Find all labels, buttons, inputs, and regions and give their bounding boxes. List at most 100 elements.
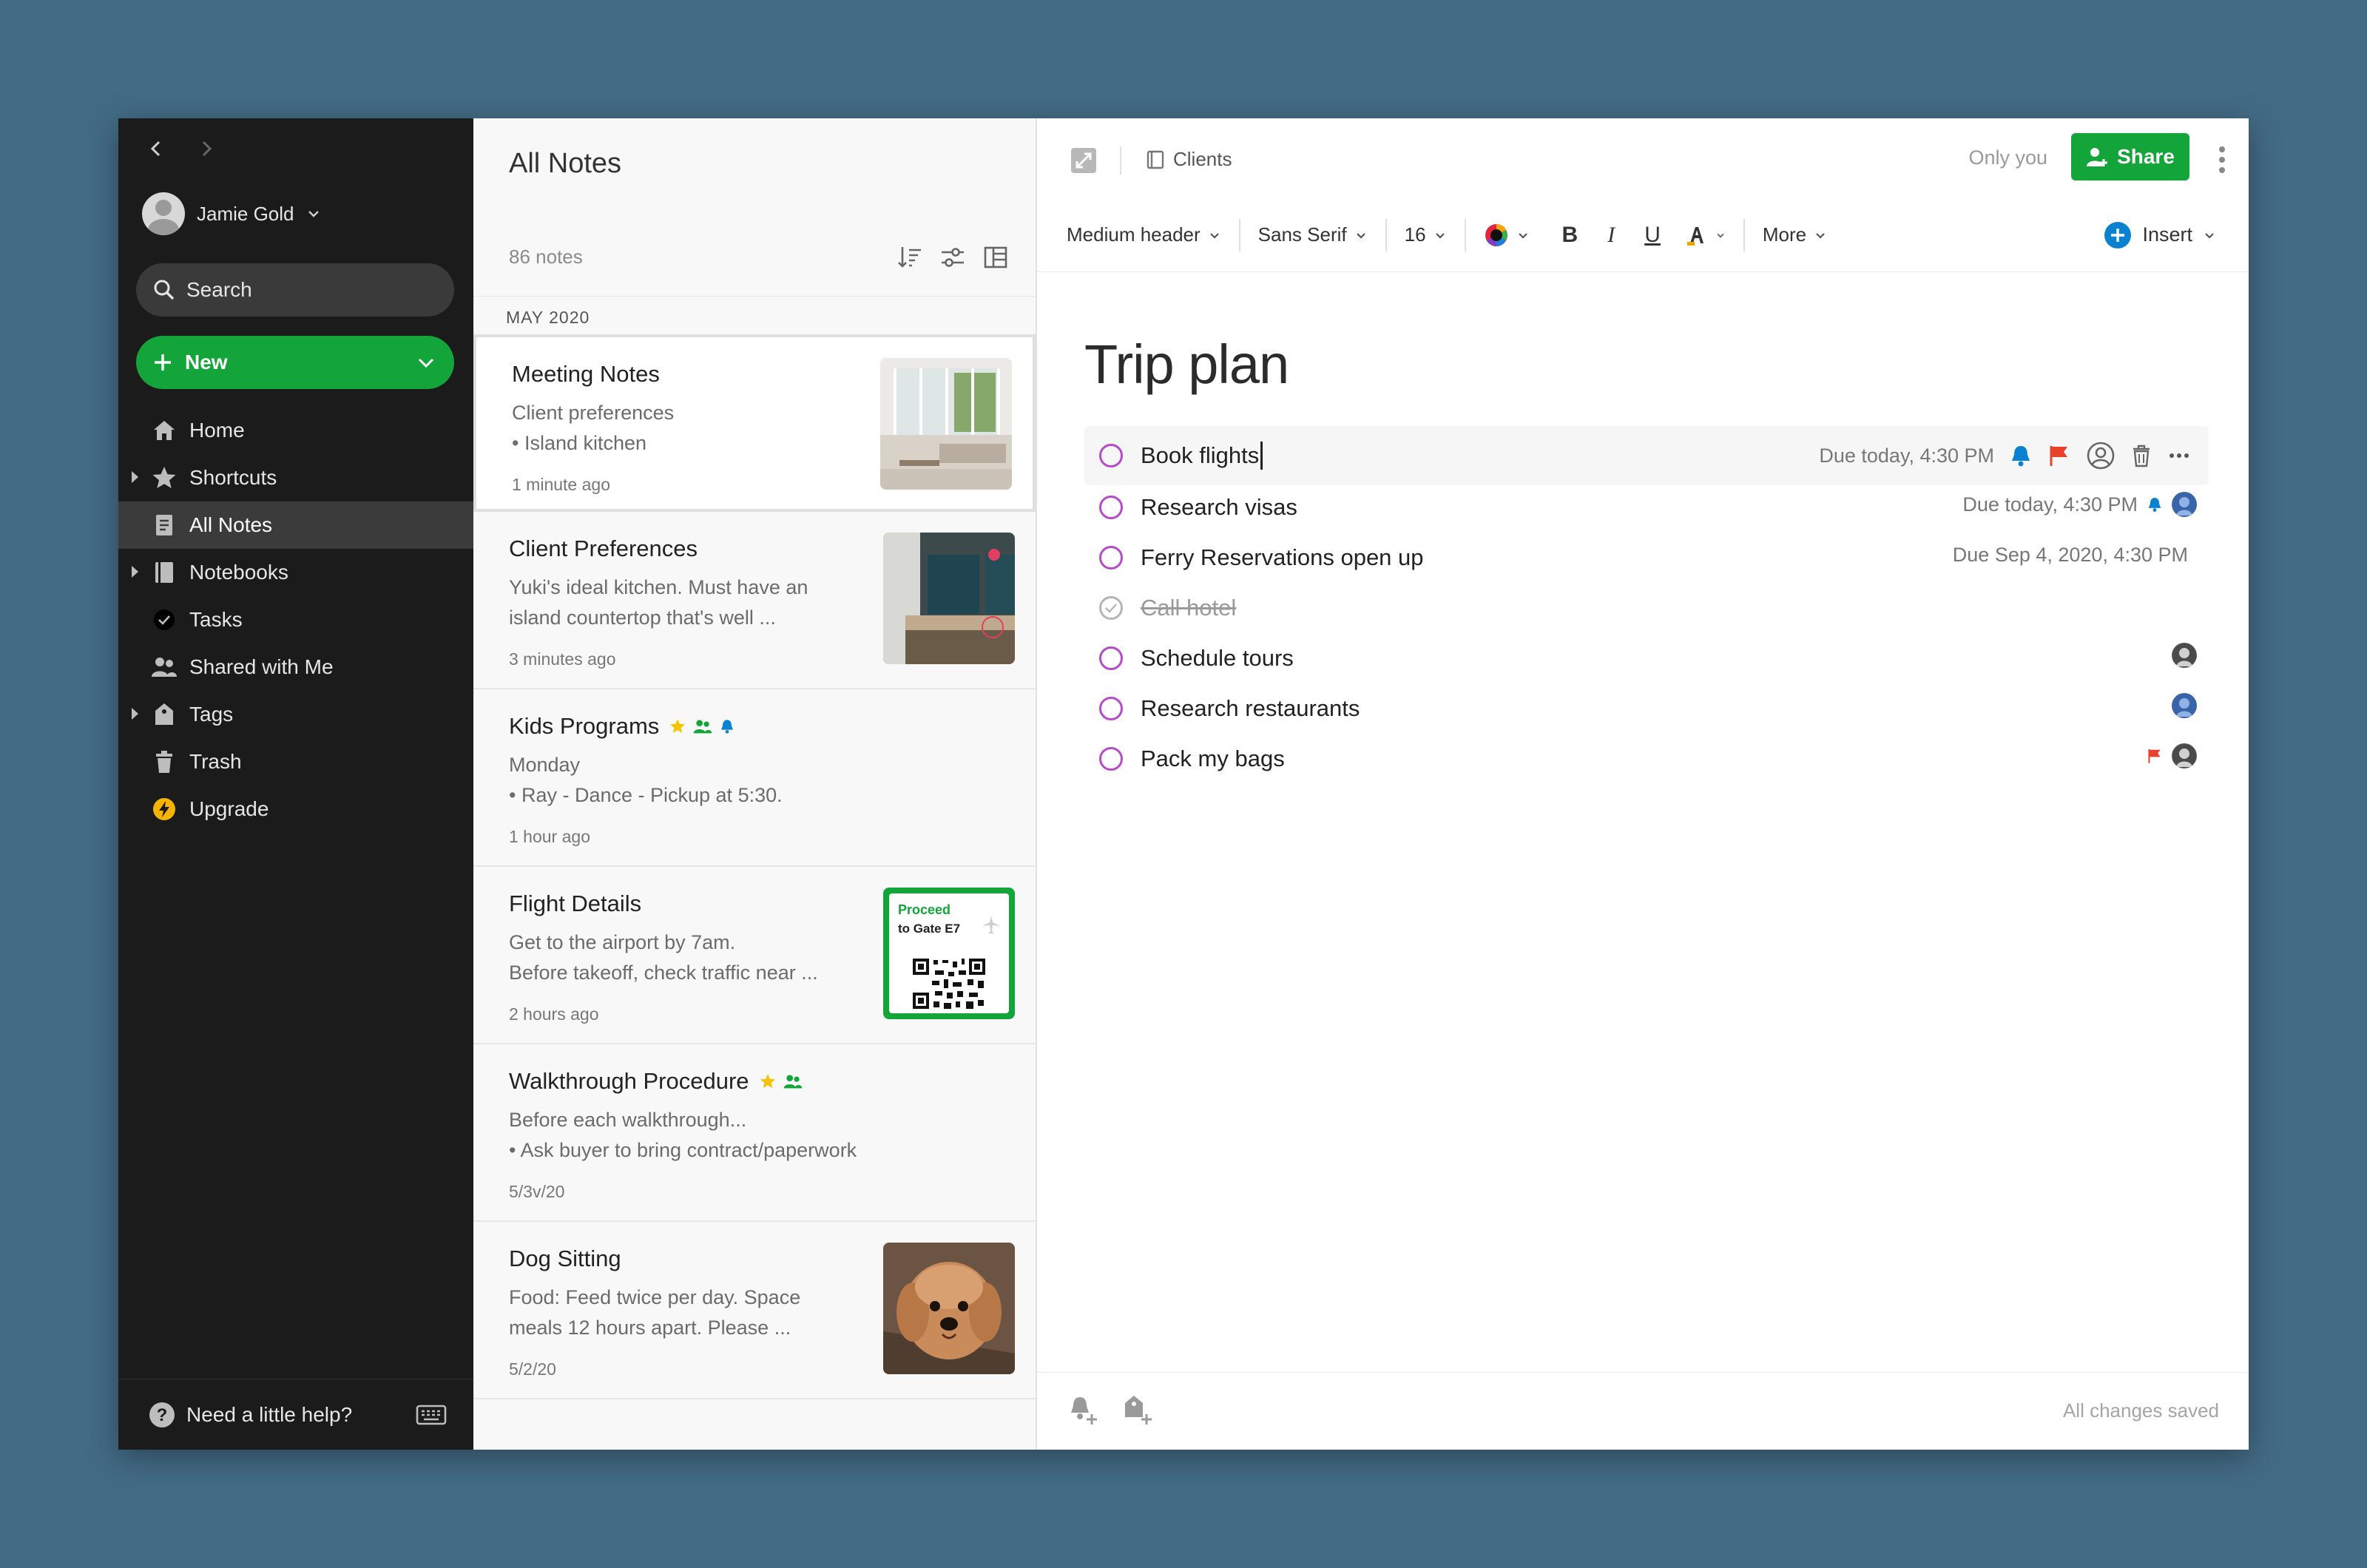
sidebar-item-label: Tags [189, 703, 234, 726]
more-options-icon[interactable] [2218, 145, 2226, 175]
keyboard-icon[interactable] [416, 1404, 447, 1426]
chevron-down-icon [308, 211, 319, 217]
task-item[interactable]: Pack my bags [1084, 734, 2209, 784]
task-label[interactable]: Pack my bags [1141, 746, 1285, 772]
tag-icon [151, 701, 178, 728]
add-reminder-icon[interactable] [1067, 1393, 1099, 1426]
task-item[interactable]: Ferry Reservations open up Due Sep 4, 20… [1084, 533, 2209, 583]
task-label[interactable]: Ferry Reservations open up [1141, 544, 1424, 571]
task-checkbox[interactable] [1099, 747, 1123, 771]
note-title[interactable]: Trip plan [1084, 333, 1289, 396]
note-card[interactable]: Meeting Notes Client preferences • Islan… [473, 334, 1036, 512]
app-window: Jamie Gold Search New Home Shortcuts All… [118, 118, 2249, 1450]
boarding-pass-text: to Gate E7 [898, 922, 961, 936]
text-color-dropdown[interactable] [1466, 198, 1547, 271]
task-checkbox[interactable] [1099, 697, 1123, 720]
task-checkbox-checked[interactable] [1099, 596, 1123, 620]
help-button[interactable]: ? Need a little help? [148, 1401, 352, 1429]
sidebar-item-upgrade[interactable]: Upgrade [118, 785, 473, 833]
font-family-dropdown[interactable]: Sans Serif [1240, 198, 1385, 271]
note-title: Walkthrough Procedure [509, 1068, 749, 1094]
task-item[interactable]: Research restaurants [1084, 683, 2209, 734]
task-due-date[interactable]: Due today, 4:30 PM [1819, 445, 1994, 467]
notebook-link[interactable]: Clients [1147, 148, 1232, 171]
task-label[interactable]: Schedule tours [1141, 645, 1294, 672]
share-button[interactable]: Share [2071, 133, 2189, 180]
sidebar-item-label: All Notes [189, 513, 273, 536]
underline-button[interactable]: U [1630, 198, 1675, 271]
reminder-bell-icon [2148, 498, 2161, 512]
task-checkbox[interactable] [1099, 646, 1123, 670]
search-icon [154, 280, 175, 300]
italic-button[interactable]: I [1593, 198, 1630, 271]
sidebar-item-all-notes[interactable]: All Notes [118, 501, 473, 549]
task-label[interactable]: Call hotel [1141, 595, 1236, 621]
task-label[interactable]: Book flights [1141, 442, 1259, 469]
check-icon [1105, 604, 1117, 613]
user-name: Jamie Gold [197, 202, 294, 225]
chevron-down-icon[interactable] [416, 352, 436, 373]
note-card[interactable]: Kids Programs Monday • Ray - Dance - Pic… [473, 689, 1036, 867]
italic-label: I [1607, 222, 1615, 247]
expand-caret-icon[interactable] [132, 566, 138, 578]
note-timestamp: 3 minutes ago [509, 649, 616, 669]
task-checkbox[interactable] [1099, 444, 1123, 467]
search-button[interactable]: Search [136, 263, 454, 317]
expand-caret-icon[interactable] [132, 471, 138, 483]
bold-button[interactable]: B [1547, 198, 1593, 271]
trash-icon[interactable] [2130, 444, 2152, 467]
task-item[interactable]: Book flights Due today, 4:30 PM [1084, 426, 2209, 485]
reminder-bell-icon[interactable] [2009, 444, 2033, 467]
expand-icon[interactable] [1070, 146, 1098, 175]
expand-caret-icon[interactable] [132, 708, 138, 720]
filter-icon[interactable] [939, 244, 966, 271]
bold-label: B [1561, 222, 1578, 247]
sidebar-item-tasks[interactable]: Tasks [118, 596, 473, 643]
note-card[interactable]: Client Preferences Yuki's ideal kitchen.… [473, 512, 1036, 689]
back-arrow-icon[interactable] [145, 138, 167, 160]
note-snippet: Food: Feed twice per day. Space [509, 1286, 801, 1308]
highlight-dropdown[interactable] [1675, 198, 1743, 271]
share-status[interactable]: Only you [1968, 146, 2047, 169]
note-card[interactable]: Walkthrough Procedure Before each walkth… [473, 1044, 1036, 1222]
sidebar-item-home[interactable]: Home [118, 407, 473, 454]
note-card[interactable]: Dog Sitting Food: Feed twice per day. Sp… [473, 1222, 1036, 1399]
task-checkbox[interactable] [1099, 546, 1123, 570]
task-label[interactable]: Research visas [1141, 494, 1297, 521]
view-layout-icon[interactable] [982, 244, 1009, 271]
sidebar-item-tags[interactable]: Tags [118, 691, 473, 738]
ellipsis-icon[interactable] [2167, 444, 2191, 467]
more-formatting-dropdown[interactable]: More [1745, 198, 1845, 271]
task-item[interactable]: Research visas Due today, 4:30 PM [1084, 482, 2209, 533]
page-title: All Notes [509, 148, 622, 179]
note-snippet: • Ray - Dance - Pickup at 5:30. [509, 784, 783, 806]
account-switcher[interactable]: Jamie Gold [142, 192, 321, 235]
sidebar-item-trash[interactable]: Trash [118, 738, 473, 785]
add-tag-icon[interactable] [1121, 1393, 1154, 1426]
task-checkbox[interactable] [1099, 496, 1123, 519]
insert-dropdown[interactable]: Insert [2104, 198, 2216, 271]
add-person-icon [2087, 148, 2108, 166]
flag-icon[interactable] [2047, 444, 2071, 467]
task-label[interactable]: Research restaurants [1141, 695, 1360, 722]
sidebar-item-shared-with-me[interactable]: Shared with Me [118, 643, 473, 691]
sidebar-nav: Home Shortcuts All Notes Notebooks Tasks [118, 407, 473, 833]
assign-user-icon[interactable] [2086, 441, 2116, 470]
font-size-dropdown[interactable]: 16 [1387, 198, 1465, 271]
sidebar-item-notebooks[interactable]: Notebooks [118, 549, 473, 596]
note-title: Client Preferences [509, 535, 698, 561]
new-note-button[interactable]: New [136, 336, 454, 389]
sidebar-item-label: Trash [189, 750, 242, 773]
sidebar-item-label: Tasks [189, 608, 243, 631]
underline-label: U [1644, 222, 1661, 247]
sidebar-item-shortcuts[interactable]: Shortcuts [118, 454, 473, 501]
forward-arrow-icon[interactable] [195, 138, 217, 160]
task-due-date[interactable]: Due Sep 4, 2020, 4:30 PM [1953, 544, 2188, 567]
note-card[interactable]: Flight Details Get to the airport by 7am… [473, 867, 1036, 1044]
sort-icon[interactable] [897, 244, 923, 271]
text-style-dropdown[interactable]: Medium header [1067, 198, 1239, 271]
task-due-date[interactable]: Due today, 4:30 PM [1962, 493, 2138, 516]
task-item[interactable]: Call hotel [1084, 583, 2209, 633]
avatar [142, 192, 185, 235]
task-item[interactable]: Schedule tours [1084, 633, 2209, 683]
